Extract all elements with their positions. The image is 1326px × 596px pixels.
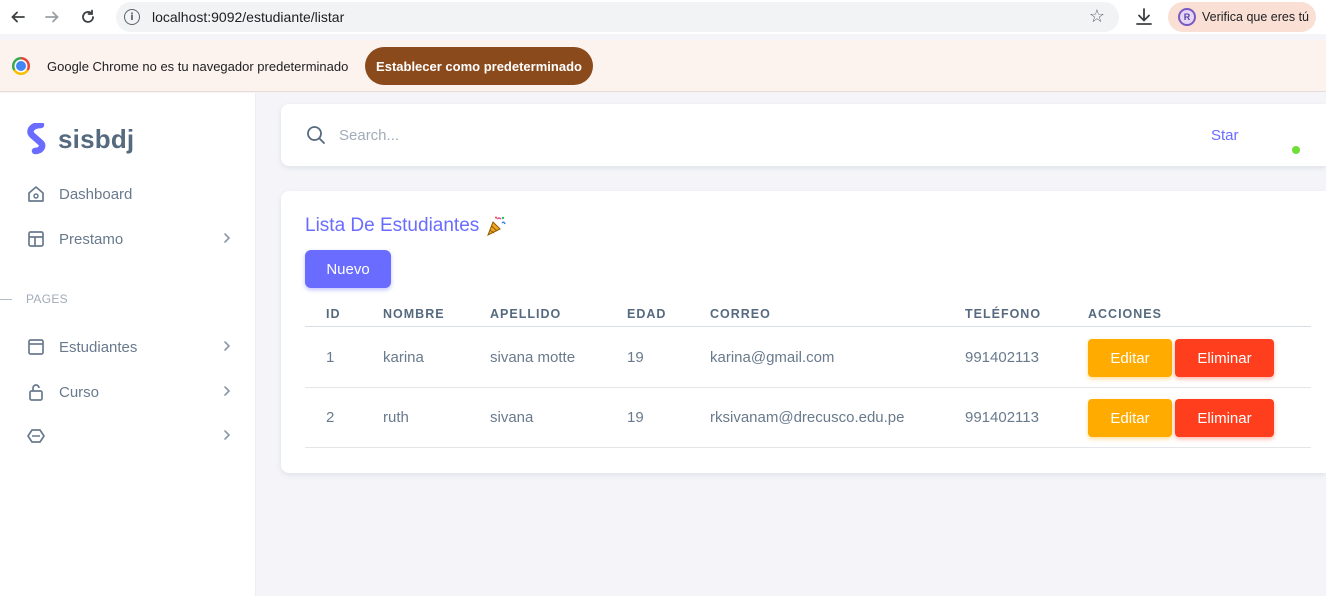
column-header-nombre: NOMBRE	[383, 307, 445, 321]
address-bar[interactable]: i localhost:9092/estudiante/listar ☆	[116, 2, 1119, 32]
sidebar-item-label: Dashboard	[59, 185, 133, 203]
new-student-button[interactable]: Nuevo	[305, 250, 391, 288]
section-label: PAGES	[26, 292, 68, 306]
infobar-message: Google Chrome no es tu navegador predete…	[47, 59, 349, 74]
back-arrow-icon[interactable]	[8, 7, 28, 27]
sidebar-item-curso[interactable]: Curso	[26, 380, 232, 404]
page-title-row: Lista De Estudiantes	[305, 215, 507, 237]
column-header-telefono: TELÉFONO	[965, 307, 1042, 321]
cell-apellido: sivana	[490, 409, 534, 426]
search-input[interactable]	[339, 122, 539, 148]
chevron-right-icon	[222, 339, 232, 353]
lock-icon	[26, 382, 46, 402]
chevron-right-icon	[222, 231, 232, 245]
party-popper-icon	[487, 216, 506, 237]
brand-logo[interactable]: sisbdj	[26, 123, 134, 155]
table-row: 1 karina sivana motte 19 karina@gmail.co…	[305, 328, 1311, 388]
site-info-icon[interactable]: i	[124, 9, 140, 25]
cell-correo: rksivanam@drecusco.edu.pe	[710, 409, 905, 426]
star-link[interactable]: Star	[1211, 127, 1239, 144]
sidebar-item-dashboard[interactable]: Dashboard	[26, 182, 232, 206]
bookmark-star-icon[interactable]: ☆	[1089, 6, 1105, 27]
verify-label: Verifica que eres tú	[1202, 10, 1310, 24]
table-row: 2 ruth sivana 19 rksivanam@drecusco.edu.…	[305, 388, 1311, 448]
chrome-logo-icon	[12, 57, 30, 75]
browser-toolbar: i localhost:9092/estudiante/listar ☆ R V…	[0, 0, 1326, 34]
cell-telefono: 991402113	[965, 409, 1039, 426]
cell-correo: karina@gmail.com	[710, 349, 835, 366]
column-header-apellido: APELLIDO	[490, 307, 562, 321]
table-header: ID NOMBRE APELLIDO EDAD CORREO TELÉFONO …	[305, 297, 1311, 327]
section-divider	[0, 298, 12, 300]
search-icon	[305, 124, 327, 146]
column-header-id: ID	[326, 307, 341, 321]
sidebar-item-label: Prestamo	[59, 230, 124, 248]
home-icon	[26, 184, 46, 204]
page-title: Lista De Estudiantes	[305, 215, 480, 236]
sidebar-item-label: Curso	[59, 383, 100, 401]
window-icon	[26, 337, 46, 357]
chevron-right-icon	[222, 428, 232, 442]
edit-button[interactable]: Editar	[1088, 399, 1172, 437]
sidebar-item-label: Estudiantes	[59, 338, 138, 356]
chevron-right-icon	[222, 384, 232, 398]
brand-mark-icon	[27, 123, 46, 155]
students-card: Lista De Estudiantes Nuevo ID NOMBRE APE…	[281, 191, 1326, 473]
column-header-correo: CORREO	[710, 307, 771, 321]
hexagon-icon	[26, 426, 46, 446]
delete-button[interactable]: Eliminar	[1175, 399, 1274, 437]
section-header-pages: PAGES	[0, 292, 200, 306]
reload-icon[interactable]	[78, 7, 98, 27]
sidebar-item-prestamo[interactable]: Prestamo	[26, 227, 232, 251]
avatar: R	[1178, 8, 1196, 26]
cell-id: 1	[326, 349, 335, 366]
online-status-dot	[1292, 146, 1300, 154]
cell-edad: 19	[627, 349, 644, 366]
sidebar: sisbdj Dashboard Prestamo PAGES Estudian…	[0, 93, 256, 596]
cell-id: 2	[326, 409, 335, 426]
verify-profile-chip[interactable]: R Verifica que eres tú	[1168, 2, 1316, 32]
cell-nombre: karina	[383, 349, 424, 366]
set-default-button[interactable]: Establecer como predeterminado	[365, 47, 593, 85]
sidebar-item-estudiantes[interactable]: Estudiantes	[26, 335, 232, 359]
forward-arrow-icon[interactable]	[42, 7, 62, 27]
layout-icon	[26, 229, 46, 249]
cell-telefono: 991402113	[965, 349, 1039, 366]
column-header-acciones: ACCIONES	[1088, 307, 1162, 321]
cell-nombre: ruth	[383, 409, 409, 426]
cell-edad: 19	[627, 409, 644, 426]
default-browser-infobar: Google Chrome no es tu navegador predete…	[0, 40, 1326, 92]
column-header-edad: EDAD	[627, 307, 667, 321]
delete-button[interactable]: Eliminar	[1175, 339, 1274, 377]
sidebar-item-misc[interactable]	[26, 424, 232, 448]
cell-apellido: sivana motte	[490, 349, 576, 366]
download-icon[interactable]	[1134, 6, 1154, 28]
url-text[interactable]: localhost:9092/estudiante/listar	[152, 9, 344, 25]
top-navbar: Star	[281, 104, 1326, 166]
brand-name: sisbdj	[58, 123, 135, 154]
edit-button[interactable]: Editar	[1088, 339, 1172, 377]
